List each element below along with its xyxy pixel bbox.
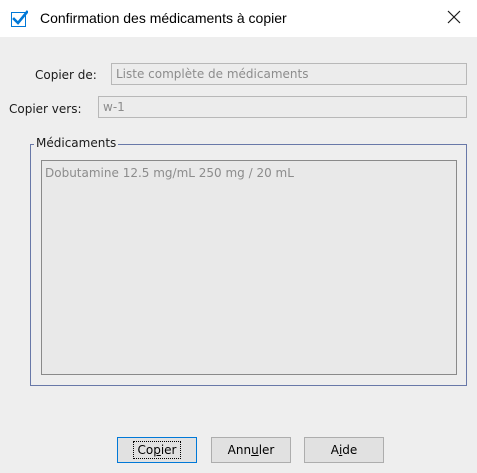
title-bar: Confirmation des médicaments à copier bbox=[0, 0, 477, 37]
close-button[interactable] bbox=[431, 0, 477, 37]
copy-from-field[interactable]: Liste complète de médicaments bbox=[111, 63, 467, 85]
copy-button-label: Copier bbox=[133, 441, 181, 459]
checkbox-checked-icon bbox=[11, 10, 29, 27]
medications-list[interactable]: Dobutamine 12.5 mg/mL 250 mg / 20 mL bbox=[41, 160, 457, 375]
medications-group-label: Médicaments bbox=[34, 136, 119, 150]
list-item[interactable]: Dobutamine 12.5 mg/mL 250 mg / 20 mL bbox=[45, 166, 294, 180]
close-icon bbox=[447, 9, 461, 28]
cancel-button-label: Annuler bbox=[227, 443, 275, 457]
copy-to-field[interactable]: w-1 bbox=[98, 96, 467, 118]
copy-from-label: Copier de: bbox=[35, 68, 97, 82]
window-title: Confirmation des médicaments à copier bbox=[40, 10, 287, 26]
copy-to-label: Copier vers: bbox=[9, 102, 82, 116]
dialog-window: Confirmation des médicaments à copier Co… bbox=[0, 0, 477, 473]
cancel-button[interactable]: Annuler bbox=[211, 437, 291, 463]
help-button-label: Aide bbox=[330, 443, 358, 457]
copy-button[interactable]: Copier bbox=[117, 437, 197, 463]
help-button[interactable]: Aide bbox=[304, 437, 384, 463]
